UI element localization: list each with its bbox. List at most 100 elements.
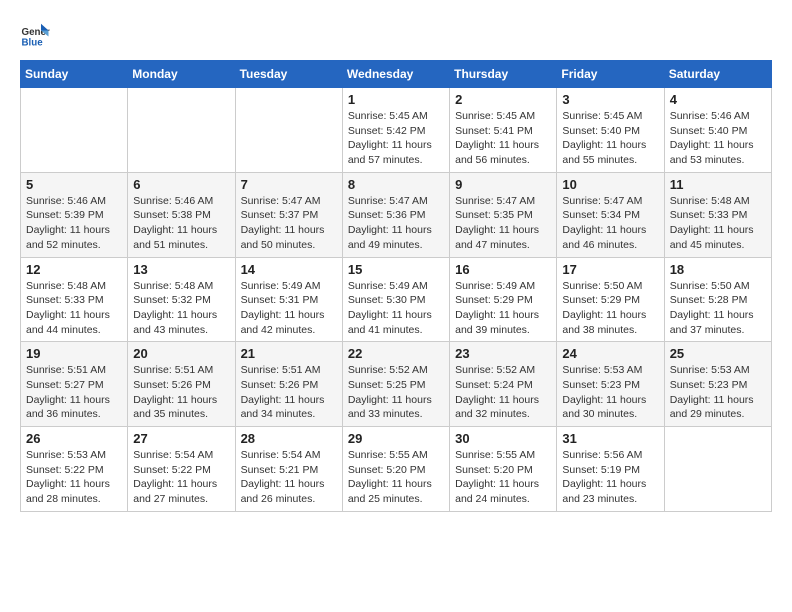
calendar-cell: 5Sunrise: 5:46 AMSunset: 5:39 PMDaylight… xyxy=(21,172,128,257)
weekday-header: Thursday xyxy=(450,61,557,88)
calendar-cell: 23 Sunrise: 5:52 AMSunset: 5:24 PMDayligh… xyxy=(450,342,557,427)
calendar-cell: 18Sunrise: 5:50 AMSunset: 5:28 PMDayligh… xyxy=(664,257,771,342)
calendar-cell: 20 Sunrise: 5:51 AMSunset: 5:26 PMDayligh… xyxy=(128,342,235,427)
weekday-header: Saturday xyxy=(664,61,771,88)
day-info: Sunrise: 5:56 AMSunset: 5:19 PMDaylight:… xyxy=(562,448,658,507)
day-number: 26 xyxy=(26,431,122,446)
calendar-cell: 8Sunrise: 5:47 AMSunset: 5:36 PMDaylight… xyxy=(342,172,449,257)
weekday-header: Monday xyxy=(128,61,235,88)
day-info: Sunrise: 5:53 AMSunset: 5:22 PMDaylight:… xyxy=(26,448,122,507)
day-info: Sunrise: 5:53 AMSunset: 5:23 PMDaylight:… xyxy=(670,363,766,422)
day-info: Sunrise: 5:54 AMSunset: 5:21 PMDaylight:… xyxy=(241,448,337,507)
day-info: Sunrise: 5:54 AMSunset: 5:22 PMDaylight:… xyxy=(133,448,229,507)
day-number: 1 xyxy=(348,92,444,107)
calendar-week-row: 19 Sunrise: 5:51 AMSunset: 5:27 PMDayligh… xyxy=(21,342,772,427)
calendar-cell: 19 Sunrise: 5:51 AMSunset: 5:27 PMDayligh… xyxy=(21,342,128,427)
day-number: 19 xyxy=(26,346,122,361)
day-number: 17 xyxy=(562,262,658,277)
day-info: Sunrise: 5:49 AMSunset: 5:29 PMDaylight:… xyxy=(455,279,551,338)
day-number: 20 xyxy=(133,346,229,361)
day-info: Sunrise: 5:45 AMSunset: 5:41 PMDaylight:… xyxy=(455,109,551,168)
day-number: 11 xyxy=(670,177,766,192)
calendar-cell xyxy=(664,427,771,512)
calendar-cell: 14 Sunrise: 5:49 AMSunset: 5:31 PMDayligh… xyxy=(235,257,342,342)
day-number: 27 xyxy=(133,431,229,446)
day-info: Sunrise: 5:49 AMSunset: 5:30 PMDaylight:… xyxy=(348,279,444,338)
weekday-header: Tuesday xyxy=(235,61,342,88)
day-number: 4 xyxy=(670,92,766,107)
weekday-header: Wednesday xyxy=(342,61,449,88)
calendar-cell: 27 Sunrise: 5:54 AMSunset: 5:22 PMDayligh… xyxy=(128,427,235,512)
day-info: Sunrise: 5:46 AMSunset: 5:40 PMDaylight:… xyxy=(670,109,766,168)
day-info: Sunrise: 5:55 AMSunset: 5:20 PMDaylight:… xyxy=(348,448,444,507)
day-info: Sunrise: 5:47 AMSunset: 5:35 PMDaylight:… xyxy=(455,194,551,253)
calendar-cell: 31 Sunrise: 5:56 AMSunset: 5:19 PMDayligh… xyxy=(557,427,664,512)
calendar-cell: 30 Sunrise: 5:55 AMSunset: 5:20 PMDayligh… xyxy=(450,427,557,512)
calendar-cell xyxy=(128,88,235,173)
page-header: General Blue xyxy=(20,20,772,50)
day-number: 30 xyxy=(455,431,551,446)
calendar-cell: 2 Sunrise: 5:45 AMSunset: 5:41 PMDaylight… xyxy=(450,88,557,173)
day-info: Sunrise: 5:51 AMSunset: 5:26 PMDaylight:… xyxy=(241,363,337,422)
day-info: Sunrise: 5:47 AMSunset: 5:37 PMDaylight:… xyxy=(241,194,337,253)
day-number: 15 xyxy=(348,262,444,277)
day-number: 10 xyxy=(562,177,658,192)
day-number: 16 xyxy=(455,262,551,277)
day-number: 2 xyxy=(455,92,551,107)
calendar-cell xyxy=(235,88,342,173)
day-number: 24 xyxy=(562,346,658,361)
day-number: 21 xyxy=(241,346,337,361)
day-info: Sunrise: 5:52 AMSunset: 5:25 PMDaylight:… xyxy=(348,363,444,422)
day-info: Sunrise: 5:47 AMSunset: 5:34 PMDaylight:… xyxy=(562,194,658,253)
calendar-cell: 28 Sunrise: 5:54 AMSunset: 5:21 PMDayligh… xyxy=(235,427,342,512)
day-info: Sunrise: 5:50 AMSunset: 5:29 PMDaylight:… xyxy=(562,279,658,338)
calendar-header: SundayMondayTuesdayWednesdayThursdayFrid… xyxy=(21,61,772,88)
day-info: Sunrise: 5:46 AMSunset: 5:38 PMDaylight:… xyxy=(133,194,229,253)
calendar-cell xyxy=(21,88,128,173)
calendar-cell: 10 Sunrise: 5:47 AMSunset: 5:34 PMDayligh… xyxy=(557,172,664,257)
logo-icon: General Blue xyxy=(20,20,50,50)
logo: General Blue xyxy=(20,20,54,50)
calendar-body: 1 Sunrise: 5:45 AMSunset: 5:42 PMDaylight… xyxy=(21,88,772,512)
day-info: Sunrise: 5:46 AMSunset: 5:39 PMDaylight:… xyxy=(26,194,122,253)
day-number: 23 xyxy=(455,346,551,361)
calendar-cell: 4 Sunrise: 5:46 AMSunset: 5:40 PMDaylight… xyxy=(664,88,771,173)
calendar-week-row: 26 Sunrise: 5:53 AMSunset: 5:22 PMDayligh… xyxy=(21,427,772,512)
day-number: 29 xyxy=(348,431,444,446)
weekday-header: Friday xyxy=(557,61,664,88)
calendar-cell: 25 Sunrise: 5:53 AMSunset: 5:23 PMDayligh… xyxy=(664,342,771,427)
calendar-cell: 17 Sunrise: 5:50 AMSunset: 5:29 PMDayligh… xyxy=(557,257,664,342)
calendar-cell: 12Sunrise: 5:48 AMSunset: 5:33 PMDayligh… xyxy=(21,257,128,342)
calendar-cell: 6 Sunrise: 5:46 AMSunset: 5:38 PMDaylight… xyxy=(128,172,235,257)
day-info: Sunrise: 5:51 AMSunset: 5:27 PMDaylight:… xyxy=(26,363,122,422)
day-info: Sunrise: 5:52 AMSunset: 5:24 PMDaylight:… xyxy=(455,363,551,422)
day-info: Sunrise: 5:45 AMSunset: 5:40 PMDaylight:… xyxy=(562,109,658,168)
day-number: 14 xyxy=(241,262,337,277)
day-number: 6 xyxy=(133,177,229,192)
day-number: 31 xyxy=(562,431,658,446)
day-info: Sunrise: 5:45 AMSunset: 5:42 PMDaylight:… xyxy=(348,109,444,168)
day-number: 12 xyxy=(26,262,122,277)
day-info: Sunrise: 5:51 AMSunset: 5:26 PMDaylight:… xyxy=(133,363,229,422)
weekday-header: Sunday xyxy=(21,61,128,88)
day-info: Sunrise: 5:50 AMSunset: 5:28 PMDaylight:… xyxy=(670,279,766,338)
calendar-cell: 22 Sunrise: 5:52 AMSunset: 5:25 PMDayligh… xyxy=(342,342,449,427)
calendar-cell: 13Sunrise: 5:48 AMSunset: 5:32 PMDayligh… xyxy=(128,257,235,342)
calendar-cell: 7Sunrise: 5:47 AMSunset: 5:37 PMDaylight… xyxy=(235,172,342,257)
day-number: 28 xyxy=(241,431,337,446)
calendar-cell: 15 Sunrise: 5:49 AMSunset: 5:30 PMDayligh… xyxy=(342,257,449,342)
day-number: 3 xyxy=(562,92,658,107)
day-number: 9 xyxy=(455,177,551,192)
svg-text:Blue: Blue xyxy=(22,38,44,49)
calendar-cell: 29 Sunrise: 5:55 AMSunset: 5:20 PMDayligh… xyxy=(342,427,449,512)
calendar-cell: 26 Sunrise: 5:53 AMSunset: 5:22 PMDayligh… xyxy=(21,427,128,512)
calendar-week-row: 1 Sunrise: 5:45 AMSunset: 5:42 PMDaylight… xyxy=(21,88,772,173)
day-info: Sunrise: 5:48 AMSunset: 5:33 PMDaylight:… xyxy=(670,194,766,253)
day-info: Sunrise: 5:47 AMSunset: 5:36 PMDaylight:… xyxy=(348,194,444,253)
day-number: 25 xyxy=(670,346,766,361)
calendar-cell: 24Sunrise: 5:53 AMSunset: 5:23 PMDayligh… xyxy=(557,342,664,427)
day-info: Sunrise: 5:49 AMSunset: 5:31 PMDaylight:… xyxy=(241,279,337,338)
day-number: 22 xyxy=(348,346,444,361)
day-info: Sunrise: 5:55 AMSunset: 5:20 PMDaylight:… xyxy=(455,448,551,507)
day-number: 13 xyxy=(133,262,229,277)
